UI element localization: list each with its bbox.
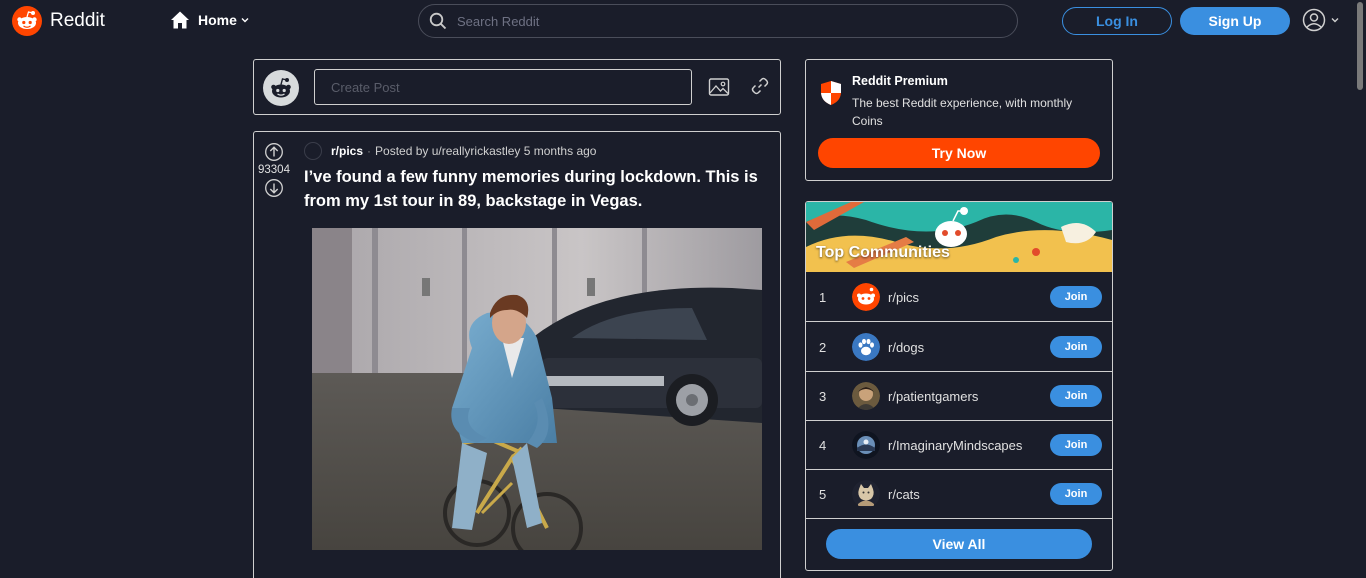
join-button[interactable]: Join: [1050, 483, 1102, 505]
create-post-card: [253, 59, 781, 115]
post-image[interactable]: [312, 228, 762, 550]
brand-name: Reddit: [50, 10, 105, 31]
user-icon: [1302, 8, 1326, 32]
subreddit-icon: [304, 142, 322, 160]
paw-icon: [852, 333, 880, 361]
community-name[interactable]: r/cats: [888, 487, 1038, 502]
community-name[interactable]: r/pics: [888, 290, 1038, 305]
snoo-logo-icon: [12, 6, 42, 36]
premium-card: Reddit Premium The best Reddit experienc…: [805, 59, 1113, 181]
cat-icon: [852, 480, 880, 508]
community-row[interactable]: 2 r/dogs Join: [806, 323, 1112, 372]
premium-shield-icon: [820, 80, 842, 110]
link-icon: [751, 77, 769, 95]
scrollbar-thumb[interactable]: [1357, 2, 1363, 90]
home-label: Home: [198, 12, 237, 28]
top-bar: Reddit Home Log In Sign Up: [0, 0, 1366, 42]
chevron-down-icon: [1331, 18, 1339, 23]
community-rank: 2: [819, 339, 827, 355]
meta-separator: ·: [367, 144, 372, 158]
post-title[interactable]: I’ve found a few funny memories during l…: [304, 165, 774, 213]
community-name[interactable]: r/ImaginaryMindscapes: [888, 438, 1038, 453]
join-button[interactable]: Join: [1050, 385, 1102, 407]
link-post-button[interactable]: [750, 76, 770, 100]
community-name[interactable]: r/patientgamers: [888, 389, 1038, 404]
top-communities-card: Top Communities 1 r/pics Join 2 r/dogs J…: [805, 201, 1113, 571]
community-rank: 3: [819, 388, 827, 404]
reddit-logo[interactable]: Reddit: [12, 6, 105, 36]
reddit-snoo-icon: [852, 283, 880, 311]
post-meta: r/pics · Posted by u/reallyrickastley 5 …: [304, 142, 596, 160]
join-button[interactable]: Join: [1050, 286, 1102, 308]
home-dropdown[interactable]: Home: [170, 10, 250, 30]
community-rank: 5: [819, 486, 827, 502]
image-upload-button[interactable]: [708, 76, 730, 102]
chevron-down-icon: [241, 18, 249, 23]
subreddit-link[interactable]: r/pics: [331, 144, 363, 158]
vote-column: 93304: [254, 142, 294, 198]
vote-count: 93304: [258, 164, 290, 176]
posted-by-text: Posted by u/reallyrickastley 5 months ag…: [375, 144, 597, 158]
home-icon: [171, 11, 189, 29]
avatar[interactable]: [263, 70, 299, 106]
community-row[interactable]: 3 r/patientgamers Join: [806, 372, 1112, 421]
user-menu-dropdown[interactable]: [1302, 8, 1340, 32]
page-scrollbar[interactable]: [1354, 0, 1366, 578]
downvote-icon[interactable]: [264, 178, 284, 198]
community-rank: 4: [819, 437, 827, 453]
avatar-icon: [852, 382, 880, 410]
community-row[interactable]: 4 r/ImaginaryMindscapes Join: [806, 421, 1112, 470]
upvote-icon[interactable]: [264, 142, 284, 162]
search-bar[interactable]: [418, 4, 1018, 38]
try-now-button[interactable]: Try Now: [818, 138, 1100, 168]
join-button[interactable]: Join: [1050, 336, 1102, 358]
post-card[interactable]: 93304 r/pics · Posted by u/reallyrickast…: [253, 131, 781, 578]
premium-description: The best Reddit experience, with monthly…: [852, 96, 1073, 128]
view-all-button[interactable]: View All: [826, 529, 1092, 559]
join-button[interactable]: Join: [1050, 434, 1102, 456]
search-input[interactable]: [457, 13, 997, 29]
community-row[interactable]: 1 r/pics Join: [806, 273, 1112, 322]
communities-title: Top Communities: [816, 244, 950, 261]
image-icon: [708, 78, 730, 96]
create-post-input[interactable]: [314, 69, 692, 105]
community-rank: 1: [819, 289, 827, 305]
signup-button[interactable]: Sign Up: [1180, 7, 1290, 35]
community-row[interactable]: 5 r/cats Join: [806, 470, 1112, 519]
login-button[interactable]: Log In: [1062, 7, 1172, 35]
landscape-icon: [852, 431, 880, 459]
community-name[interactable]: r/dogs: [888, 340, 1038, 355]
premium-title: Reddit Premium: [852, 74, 948, 88]
communities-banner: Top Communities: [806, 202, 1112, 272]
search-icon: [429, 12, 447, 30]
